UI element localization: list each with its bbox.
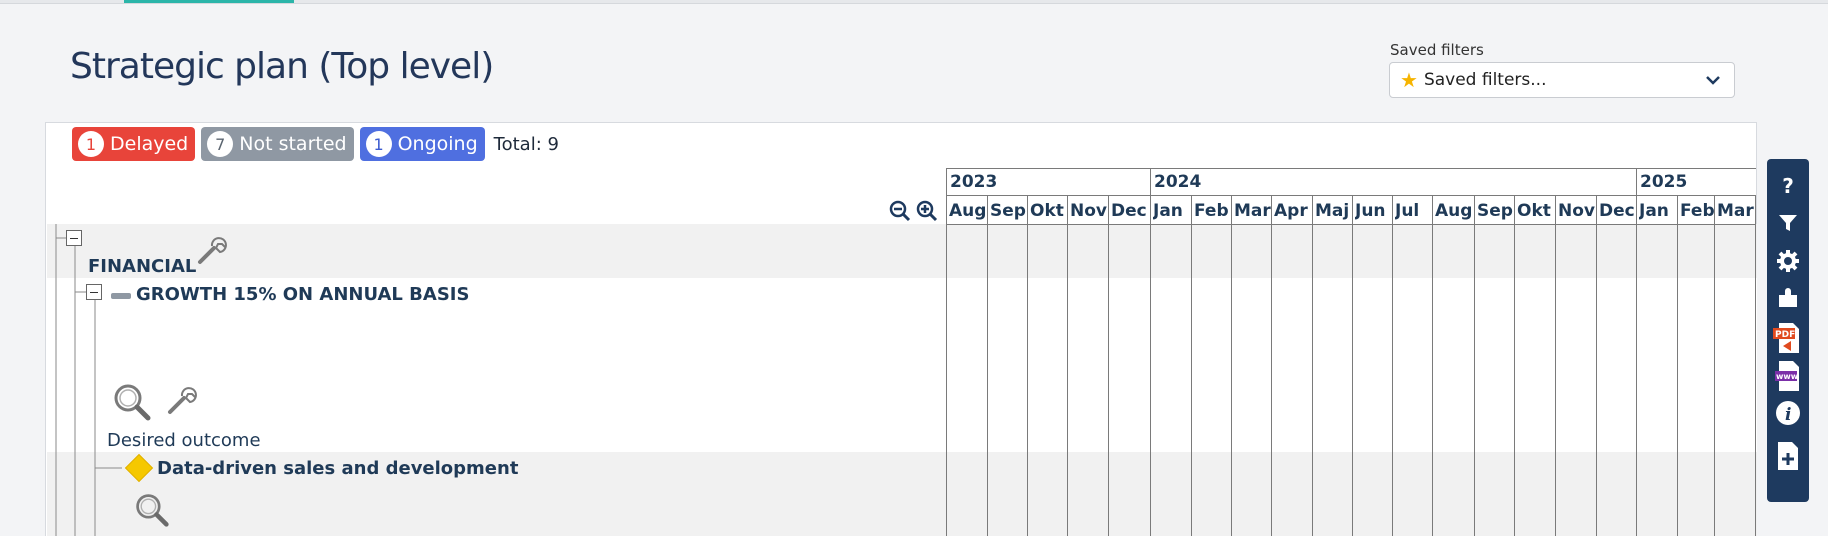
month-label: Aug (1435, 201, 1473, 221)
filter-icon[interactable] (1767, 213, 1809, 233)
saved-filters-value: Saved filters... (1423, 70, 1547, 90)
active-tab-indicator[interactable] (124, 0, 294, 3)
month-label: Dec (1599, 201, 1635, 221)
month-gridline (1108, 195, 1109, 536)
not-started-label: Not started (239, 133, 347, 155)
month-gridline (1027, 195, 1028, 536)
data-driven-label[interactable]: Data-driven sales and development (157, 458, 518, 479)
ongoing-count: 1 (365, 131, 392, 157)
total-count: Total: 9 (493, 133, 559, 155)
month-label: Mar (1234, 201, 1271, 221)
not-started-count: 7 (207, 131, 234, 157)
not-started-badge[interactable]: 7 Not started (201, 127, 354, 161)
top-tab-bar (0, 0, 1828, 4)
month-label: Sep (1477, 201, 1513, 221)
month-label: Jan (1639, 201, 1669, 221)
month-gridline (1231, 195, 1232, 536)
help-icon[interactable]: ? (1767, 174, 1809, 198)
month-gridline (1067, 195, 1068, 536)
month-label: Jun (1355, 201, 1386, 221)
financial-row (47, 224, 1757, 278)
month-gridline (1755, 195, 1756, 536)
month-label: Mar (1717, 201, 1754, 221)
month-label: Nov (1558, 201, 1595, 221)
delayed-badge[interactable]: 1 Delayed (72, 127, 196, 161)
year-divider (1636, 168, 1637, 195)
svg-text:PDF: PDF (1775, 330, 1795, 340)
month-gridline (1514, 195, 1515, 536)
month-gridline (1596, 195, 1597, 536)
month-gridline (1150, 195, 1151, 536)
year-label: 2023 (950, 172, 998, 192)
status-dash-icon (111, 293, 131, 299)
month-label: Apr (1274, 201, 1308, 221)
month-label: Okt (1517, 201, 1551, 221)
svg-text:i: i (1785, 405, 1791, 425)
month-gridline (946, 195, 947, 536)
year-label: 2024 (1154, 172, 1202, 192)
month-gridline (1312, 195, 1313, 536)
ongoing-label: Ongoing (397, 133, 478, 155)
right-toolbar: ? PDF www i (1767, 159, 1809, 502)
month-gridline (1392, 195, 1393, 536)
delayed-label: Delayed (110, 133, 189, 155)
month-label: Jan (1153, 201, 1183, 221)
wrench-icon[interactable] (166, 384, 202, 416)
year-row-top-border (946, 168, 1756, 169)
financial-collapse-toggle[interactable] (66, 230, 82, 246)
saved-filters-select[interactable]: ★ Saved filters... (1389, 62, 1735, 98)
year-label: 2025 (1640, 172, 1688, 192)
month-label: Okt (1030, 201, 1064, 221)
svg-text:www: www (1776, 372, 1799, 381)
desired-outcome-label: Desired outcome (107, 430, 261, 451)
page-title: Strategic plan (Top level) (70, 46, 494, 87)
month-gridline (1714, 195, 1715, 536)
ongoing-badge[interactable]: 1 Ongoing (359, 127, 485, 161)
financial-label[interactable]: FINANCIAL (88, 256, 196, 277)
search-icon[interactable] (112, 382, 152, 422)
zoom-in-icon[interactable] (916, 200, 938, 222)
month-gridline (1636, 195, 1637, 536)
month-label: Sep (990, 201, 1026, 221)
year-divider (1150, 168, 1151, 195)
month-gridline (1271, 195, 1272, 536)
month-gridline (1191, 195, 1192, 536)
month-label: Nov (1070, 201, 1107, 221)
month-label: Feb (1194, 201, 1229, 221)
month-label: Maj (1315, 201, 1350, 221)
month-gridline (1352, 195, 1353, 536)
chevron-down-icon (1706, 76, 1720, 85)
star-icon: ★ (1400, 68, 1418, 92)
www-export-icon[interactable]: www (1767, 359, 1809, 393)
year-divider (946, 168, 947, 195)
month-gridline (1432, 195, 1433, 536)
growth-collapse-toggle[interactable] (86, 284, 102, 300)
info-icon[interactable]: i (1767, 400, 1809, 426)
delayed-count: 1 (78, 131, 104, 157)
new-document-icon[interactable] (1767, 441, 1809, 471)
month-label: Jul (1395, 201, 1420, 221)
gear-icon[interactable] (1767, 250, 1809, 272)
month-gridline (987, 195, 988, 536)
pdf-export-icon[interactable]: PDF (1767, 321, 1809, 355)
month-label: Aug (949, 201, 987, 221)
plugin-icon[interactable] (1767, 287, 1809, 309)
wrench-icon[interactable] (196, 234, 232, 266)
zoom-out-icon[interactable] (889, 200, 911, 222)
saved-filters-label: Saved filters (1390, 41, 1484, 59)
month-label: Feb (1680, 201, 1714, 221)
month-gridline (1555, 195, 1556, 536)
status-summary: 1 Delayed 7 Not started 1 Ongoing Total:… (72, 127, 559, 161)
month-gridline (1474, 195, 1475, 536)
month-gridline (1677, 195, 1678, 536)
month-label: Dec (1111, 201, 1147, 221)
growth-label[interactable]: GROWTH 15% ON ANNUAL BASIS (136, 284, 469, 305)
search-icon[interactable] (134, 492, 170, 528)
